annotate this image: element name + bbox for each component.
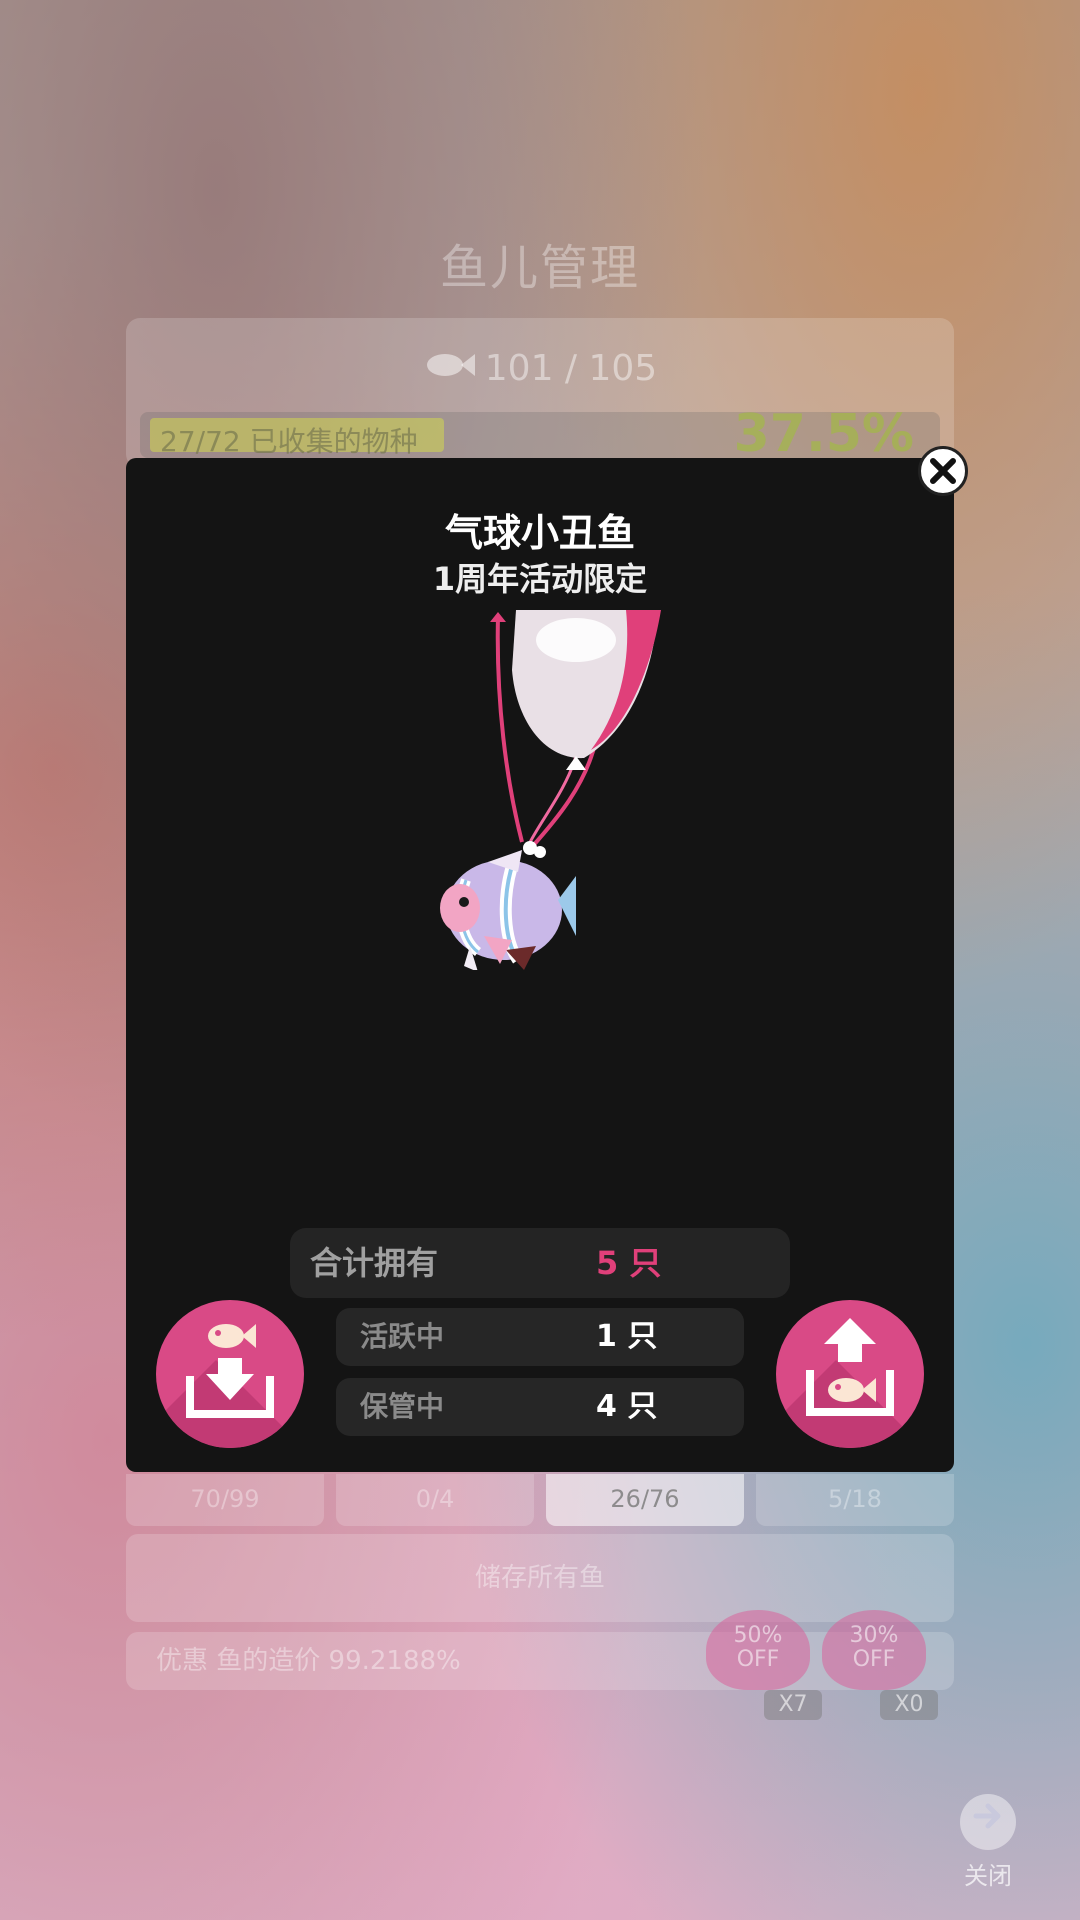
close-icon — [930, 458, 956, 484]
release-fish-icon — [806, 1318, 894, 1416]
fish-summary-panel: 101 / 105 27/72 已收集的物种 37.5% — [126, 318, 954, 468]
collection-progress-text: 27/72 已收集的物种 — [160, 425, 418, 458]
store-fish-button[interactable] — [156, 1300, 304, 1448]
store-fish-icon — [186, 1324, 274, 1418]
stored-label: 保管中 — [360, 1390, 445, 1423]
stored-row: 保管中 4 只 — [336, 1378, 744, 1436]
tab-1[interactable]: 0/4 — [336, 1474, 534, 1526]
collection-percent: 37.5% — [733, 404, 914, 464]
close-modal-button[interactable] — [918, 446, 968, 496]
fish-detail-modal: 气球小丑鱼 1周年活动限定 合计拥有 5 只 活跃中 1 只 保管中 4 只 — [126, 458, 954, 1472]
total-owned-row: 合计拥有 5 只 — [290, 1228, 790, 1298]
fish-icon — [423, 349, 475, 389]
fish-count: 101 / 105 — [126, 348, 954, 389]
fish-subtitle: 1周年活动限定 — [432, 560, 648, 598]
active-row: 活跃中 1 只 — [336, 1308, 744, 1366]
balloon-clownfish-image — [440, 610, 661, 970]
collection-progress-bar: 27/72 已收集的物种 37.5% — [140, 404, 940, 464]
release-fish-button[interactable] — [776, 1300, 924, 1448]
page-title: 鱼儿管理 — [439, 240, 640, 296]
fish-tabs: 70/99 0/4 26/76 5/18 — [126, 1474, 954, 1526]
total-owned-label: 合计拥有 — [310, 1244, 439, 1282]
active-value: 1 只 — [596, 1319, 658, 1354]
total-owned-value: 5 只 — [596, 1244, 662, 1282]
close-nav-label: 关闭 — [964, 1862, 1012, 1890]
coupon-30[interactable]: 30% OFF — [822, 1610, 926, 1690]
fish-name: 气球小丑鱼 — [444, 511, 635, 555]
active-label: 活跃中 — [360, 1320, 445, 1353]
close-nav-button[interactable] — [960, 1794, 1016, 1850]
coupon-50-count: X7 — [764, 1690, 822, 1720]
tab-3[interactable]: 5/18 — [756, 1474, 954, 1526]
tab-0[interactable]: 70/99 — [126, 1474, 324, 1526]
store-all-button[interactable]: 储存所有鱼 — [126, 1534, 954, 1622]
coupon-50[interactable]: 50% OFF — [706, 1610, 810, 1690]
stored-value: 4 只 — [596, 1389, 658, 1424]
coupon-30-count: X0 — [880, 1690, 938, 1720]
arrow-right-icon — [973, 1803, 1001, 1829]
tab-2[interactable]: 26/76 — [546, 1474, 744, 1526]
